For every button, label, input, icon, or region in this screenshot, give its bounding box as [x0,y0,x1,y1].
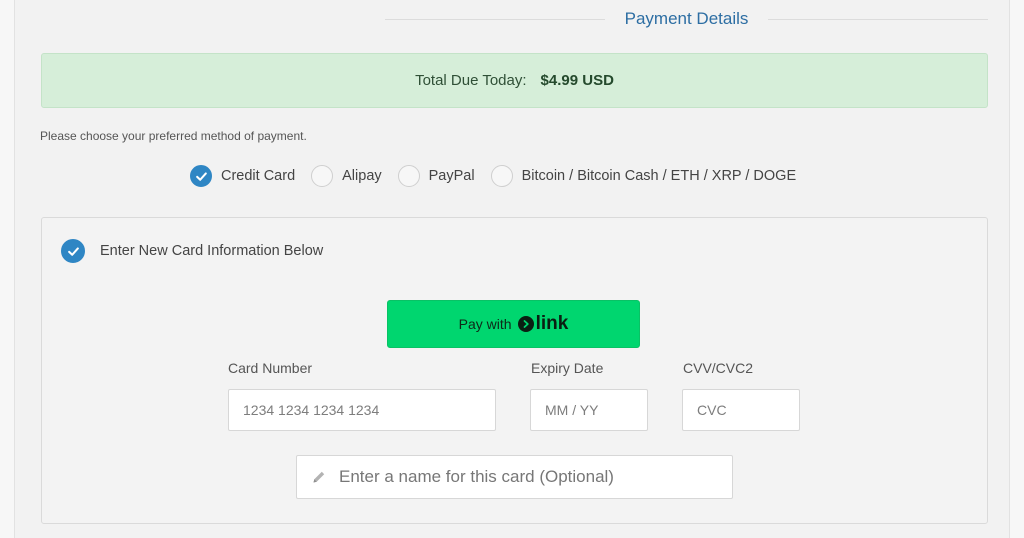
new-card-radio[interactable] [61,239,85,263]
payment-method-prompt: Please choose your preferred method of p… [40,129,307,143]
card-number-label: Card Number [228,360,313,376]
page-title: Payment Details [624,9,749,28]
header-divider-right [768,18,988,20]
method-label: Credit Card [221,168,296,184]
method-credit-card[interactable]: Credit Card [190,165,295,187]
cvv-label: CVV/CVC2 [683,360,754,376]
alipay-radio[interactable] [311,165,334,187]
method-label: Bitcoin / Bitcoin Cash / ETH / XRP / DOG… [521,168,797,184]
pencil-icon [313,471,325,483]
frame-left-border [0,0,15,538]
link-brand-text: link [535,313,569,334]
method-label: PayPal [428,168,475,184]
card-name-input[interactable] [339,467,719,487]
method-alipay[interactable]: Alipay [311,165,382,187]
header-divider-left [385,18,605,20]
crypto-radio[interactable] [490,165,513,187]
expiry-date-input[interactable] [530,389,648,431]
card-info-panel: Enter New Card Information Below Pay wit… [41,217,988,524]
pay-with-link-button[interactable]: Pay with link [387,300,640,348]
method-label: Alipay [342,168,382,184]
section-header: Payment Details [40,0,988,38]
link-logo: link [517,313,569,335]
total-due-banner: Total Due Today: $4.99 USD [41,53,988,108]
card-number-input[interactable] [228,389,496,431]
check-icon [195,171,207,181]
method-crypto[interactable]: Bitcoin / Bitcoin Cash / ETH / XRP / DOG… [490,165,797,187]
payment-method-options: Credit Card Alipay PayPal Bitcoin / Bitc… [190,163,812,189]
pay-with-text: Pay with [458,316,512,332]
total-due-label: Total Due Today: [415,72,527,89]
link-arrow-icon [517,316,534,332]
method-paypal[interactable]: PayPal [397,165,475,187]
card-name-field[interactable] [296,455,733,499]
cvv-input[interactable] [682,389,800,431]
frame-right-border [1009,0,1024,538]
check-icon [67,246,79,256]
new-card-label: Enter New Card Information Below [100,243,324,259]
new-card-option[interactable]: Enter New Card Information Below [61,239,323,263]
total-due-amount: $4.99 USD [540,72,614,89]
expiry-date-label: Expiry Date [531,360,604,376]
credit-card-radio[interactable] [190,165,212,187]
paypal-radio[interactable] [397,165,420,187]
